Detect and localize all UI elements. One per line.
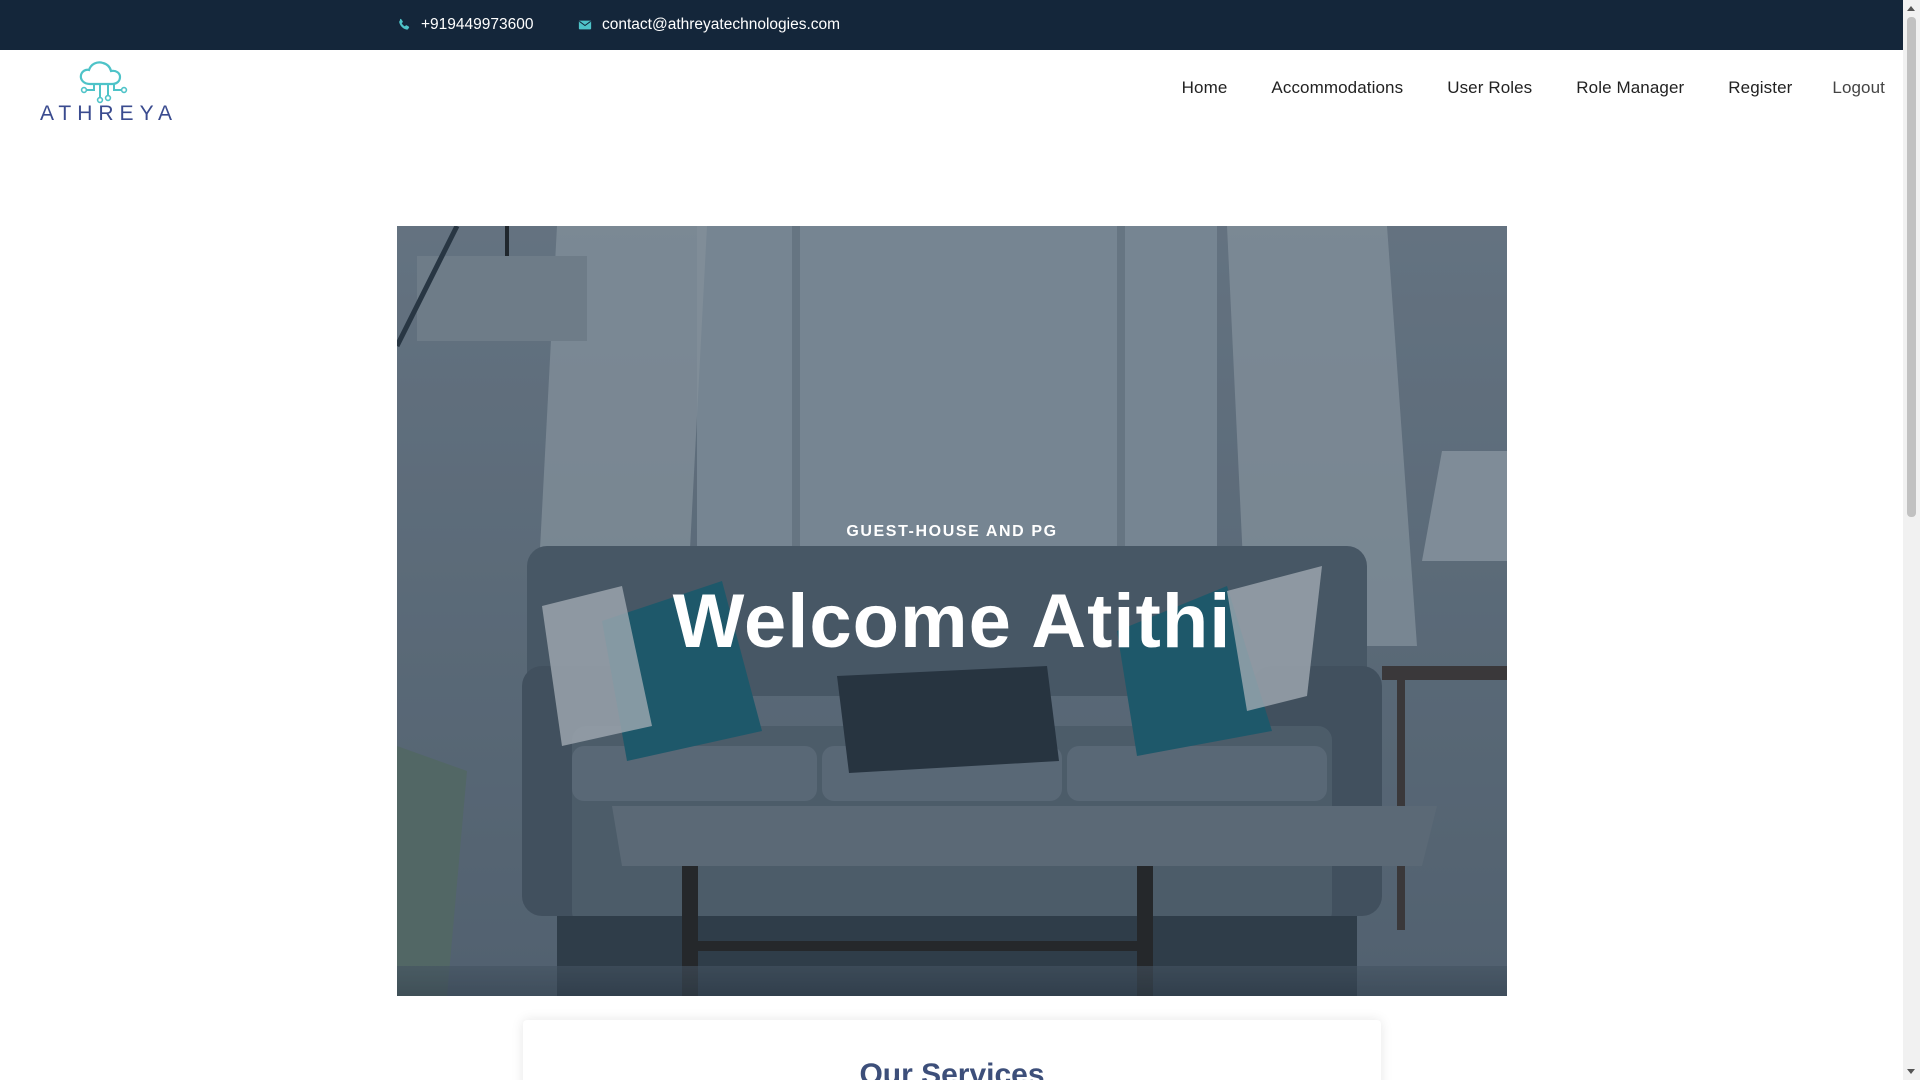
phone-contact[interactable]: +919449973600: [397, 0, 534, 50]
envelope-icon: [578, 18, 592, 32]
email-contact[interactable]: contact@athreyatechnologies.com: [578, 0, 840, 50]
logo-wordmark: ATHREYA: [40, 102, 178, 125]
page-scrollbar[interactable]: [1903, 0, 1920, 1080]
nav-accommodations[interactable]: Accommodations: [1271, 78, 1403, 98]
phone-icon: [397, 18, 411, 32]
hero-eyebrow: GUEST-HOUSE AND PG: [846, 523, 1058, 540]
scroll-up-icon[interactable]: [1907, 6, 1915, 11]
services-card: Our Services: [523, 1020, 1381, 1080]
services-heading: Our Services: [859, 1058, 1045, 1080]
nav-role-manager[interactable]: Role Manager: [1576, 78, 1684, 98]
athreya-logo[interactable]: ATHREYA: [8, 50, 210, 126]
nav-user-roles[interactable]: User Roles: [1447, 78, 1532, 98]
hero-banner: GUEST-HOUSE AND PG Welcome Atithi: [397, 226, 1507, 996]
main-navigation: Home Accommodations User Roles Role Mana…: [1182, 78, 1885, 98]
scrollbar-thumb[interactable]: [1907, 17, 1916, 517]
nav-home[interactable]: Home: [1182, 78, 1228, 98]
phone-number: +919449973600: [421, 16, 534, 33]
scroll-down-icon[interactable]: [1907, 1069, 1915, 1074]
top-contact-bar: +919449973600 contact@athreyatechnologie…: [0, 0, 1903, 50]
nav-logout[interactable]: Logout: [1832, 78, 1885, 98]
cloud-circuit-icon: [79, 61, 128, 104]
email-address: contact@athreyatechnologies.com: [602, 16, 841, 33]
hero-title: Welcome Atithi: [672, 579, 1232, 664]
nav-register[interactable]: Register: [1728, 78, 1792, 98]
